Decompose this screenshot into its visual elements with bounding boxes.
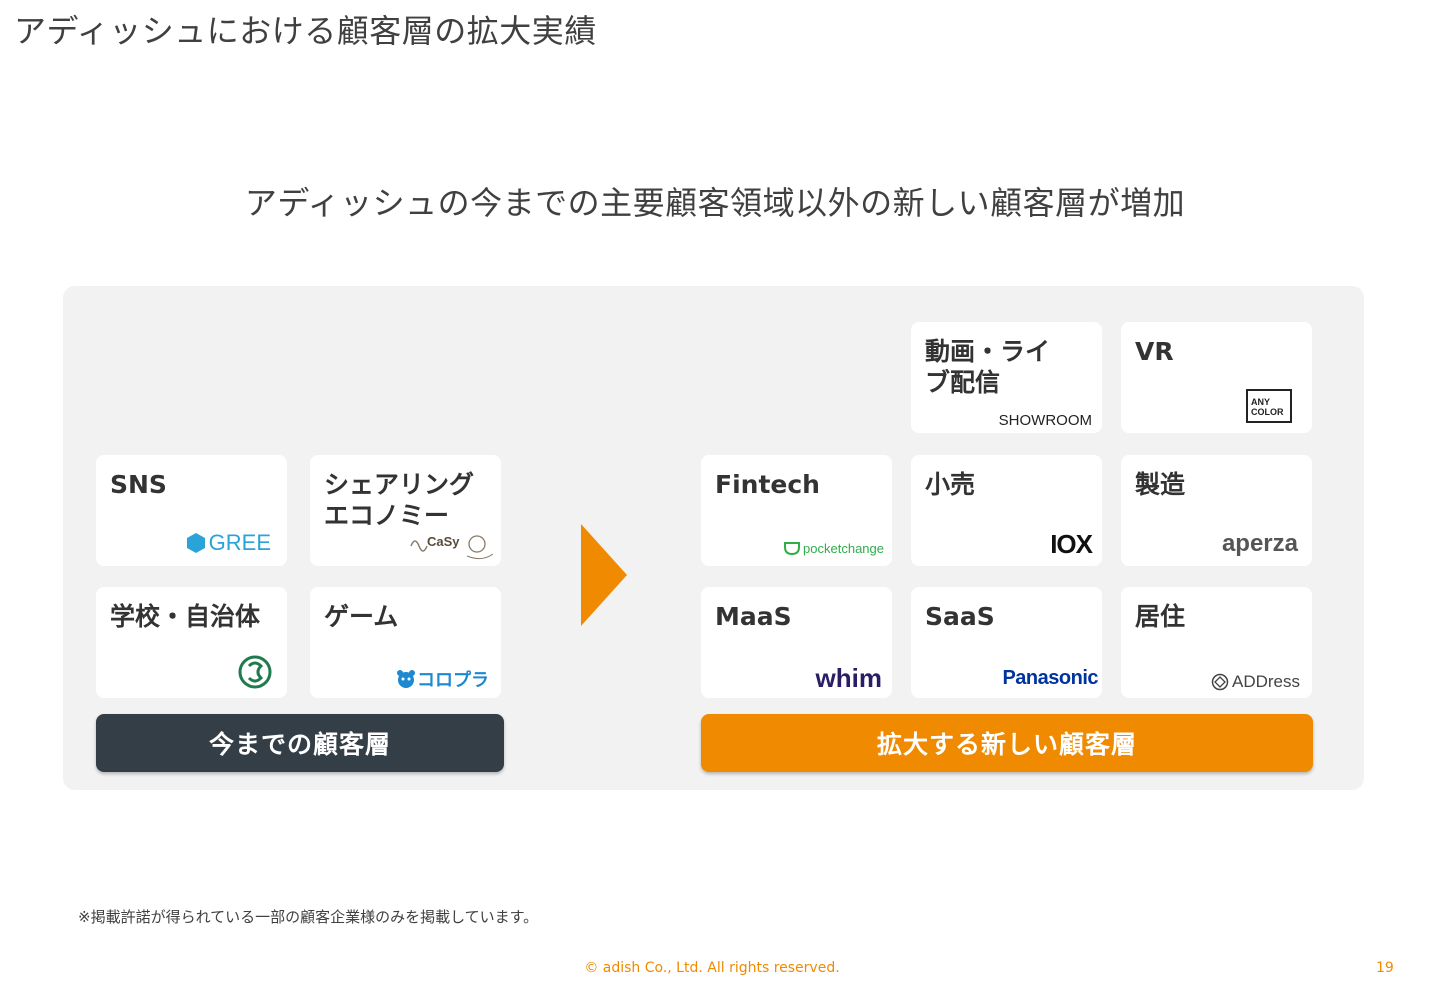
page-title: アディッシュにおける顧客層の拡大実績 bbox=[14, 12, 597, 50]
card-maas: MaaS whim bbox=[701, 587, 892, 698]
card-label: SNS bbox=[110, 470, 167, 499]
card-label: Fintech bbox=[715, 470, 820, 499]
card-label: SaaS bbox=[925, 602, 995, 631]
card-game: ゲーム コロプラ bbox=[310, 587, 501, 698]
copyright: © adish Co., Ltd. All rights reserved. bbox=[584, 960, 840, 976]
transition-arrow bbox=[581, 524, 627, 626]
circle-mark-logo bbox=[237, 654, 273, 694]
card-saas: SaaS Panasonic bbox=[911, 587, 1102, 698]
existing-customers-bar: 今までの顧客層 bbox=[96, 714, 504, 772]
card-school-municipality: 学校・自治体 bbox=[96, 587, 287, 698]
card-live-streaming: 動画・ライ ブ配信 SHOWROOM bbox=[911, 322, 1102, 433]
address-logo: ADDress bbox=[1211, 672, 1300, 692]
pocketchange-icon bbox=[784, 542, 801, 556]
gree-hexagon-icon bbox=[186, 533, 205, 553]
card-label: 学校・自治体 bbox=[110, 602, 261, 631]
pocketchange-logo: pocketchange bbox=[783, 540, 884, 556]
colopl-logo: コロプラ bbox=[396, 666, 489, 692]
card-sns: SNS GREE bbox=[96, 455, 287, 566]
card-label: シェアリング エコノミー bbox=[324, 470, 475, 530]
circle-mark-icon bbox=[238, 655, 272, 689]
card-label: 動画・ライ ブ配信 bbox=[925, 337, 1051, 397]
card-fintech: Fintech pocketchange bbox=[701, 455, 892, 566]
address-mark-icon bbox=[1211, 673, 1229, 691]
gree-logo: GREE bbox=[186, 530, 271, 556]
anycolor-logo: ANY COLOR bbox=[1246, 389, 1292, 423]
subtitle: アディッシュの今までの主要顧客領域以外の新しい顧客層が増加 bbox=[244, 184, 1186, 222]
aperza-logo: aperza bbox=[1221, 530, 1298, 557]
page-number: 19 bbox=[1376, 960, 1394, 976]
whim-logo: whim bbox=[815, 663, 882, 693]
panasonic-logo: Panasonic bbox=[1002, 667, 1098, 689]
card-manufacturing: 製造 aperza bbox=[1121, 455, 1312, 566]
card-label: MaaS bbox=[715, 602, 792, 631]
card-label: 製造 bbox=[1135, 470, 1186, 499]
iox-logo: IOX bbox=[1050, 529, 1093, 559]
card-sharing-economy: シェアリング エコノミー CaSy bbox=[310, 455, 501, 566]
card-vr: VR ANY COLOR bbox=[1121, 322, 1312, 433]
card-label: ゲーム bbox=[324, 602, 399, 631]
casy-logo: CaSy bbox=[407, 532, 493, 562]
showroom-logo: SHOWROOM bbox=[998, 412, 1092, 429]
card-label: VR bbox=[1135, 337, 1174, 366]
footnote: ※掲載許諾が得られている一部の顧客企業様のみを掲載しています。 bbox=[78, 908, 539, 926]
colopl-bear-icon bbox=[397, 670, 415, 688]
card-retail: 小売 IOX bbox=[911, 455, 1102, 566]
card-housing: 居住 ADDress bbox=[1121, 587, 1312, 698]
card-label: 小売 bbox=[925, 470, 976, 499]
card-label: 居住 bbox=[1135, 602, 1186, 631]
new-customers-bar: 拡大する新しい顧客層 bbox=[701, 714, 1313, 772]
